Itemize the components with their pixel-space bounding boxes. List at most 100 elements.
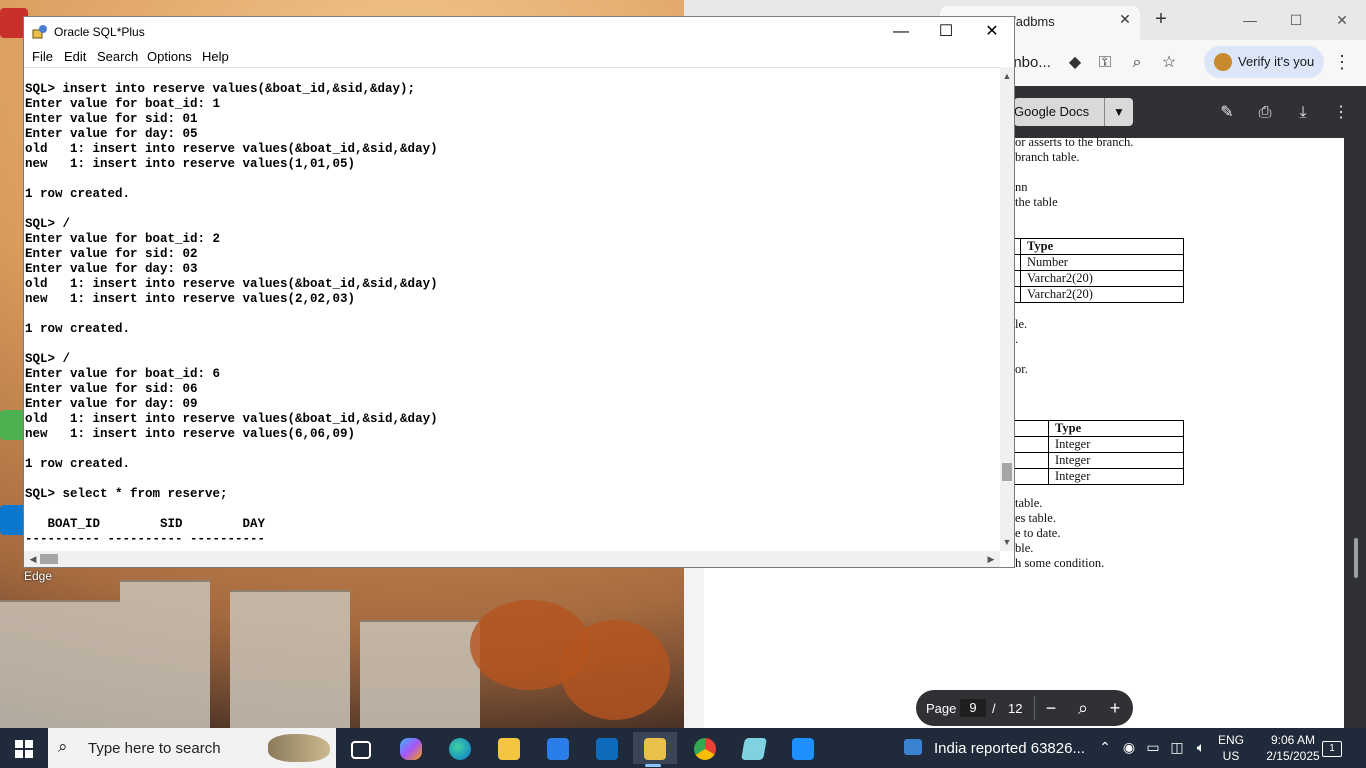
- pdf-table-1: Type Number Varchar2(20) Varchar2(20): [1006, 238, 1184, 303]
- address-bar-text[interactable]: inbo...: [1010, 54, 1051, 71]
- verify-label: Verify it's you: [1238, 54, 1315, 69]
- table-cell: Integer: [1048, 452, 1184, 469]
- pdf-text-line: ble.: [1015, 541, 1034, 555]
- new-tab-icon[interactable]: +: [1150, 8, 1172, 30]
- wallpaper-building: [360, 620, 480, 730]
- scroll-left-icon[interactable]: ◀: [26, 551, 40, 567]
- open-in-google-docs-button[interactable]: Google Docs: [1014, 98, 1104, 126]
- close-icon[interactable]: ✕: [969, 17, 1015, 47]
- taskbar-search[interactable]: ⌕ Type here to search: [48, 728, 336, 768]
- console-output: SQL> insert into reserve values(&boat_id…: [25, 82, 438, 546]
- pdf-text-line: es table.: [1015, 511, 1056, 525]
- menu-file[interactable]: File: [32, 49, 53, 64]
- search-icon: ⌕: [58, 737, 68, 756]
- region-code: US: [1222, 749, 1240, 763]
- copilot-button[interactable]: [390, 732, 430, 764]
- pdf-text-line: or asserts to the branch.: [1015, 135, 1134, 149]
- scroll-right-icon[interactable]: ▶: [984, 551, 998, 567]
- photos-button[interactable]: [782, 732, 822, 764]
- menu-options[interactable]: Options: [147, 49, 192, 64]
- news-headline: India reported 63826...: [934, 740, 1085, 757]
- pdf-text-line: .: [1015, 332, 1019, 346]
- notepad-icon: [741, 738, 767, 760]
- vertical-scroll-thumb[interactable]: [1002, 463, 1012, 481]
- pdf-more-icon[interactable]: ⋮: [1330, 102, 1352, 124]
- zoom-search-icon[interactable]: ⌕: [1126, 52, 1148, 74]
- wallpaper-tree: [560, 620, 670, 720]
- vertical-scrollbar[interactable]: ▲ ▼: [1000, 67, 1014, 551]
- chrome-button[interactable]: [684, 732, 724, 764]
- file-explorer-button[interactable]: [488, 732, 528, 764]
- table-header: Type: [1048, 420, 1184, 437]
- table-cell: Integer: [1048, 436, 1184, 453]
- scroll-down-icon[interactable]: ▼: [1000, 535, 1014, 549]
- photos-icon: [792, 738, 814, 760]
- menu-edit[interactable]: Edit: [64, 49, 86, 64]
- language-indicator[interactable]: ENG US: [1216, 732, 1246, 764]
- table-cell: Varchar2(20): [1020, 286, 1184, 303]
- menu-help[interactable]: Help: [202, 49, 229, 64]
- task-view-button[interactable]: [340, 732, 380, 764]
- chevron-down-icon[interactable]: ▼: [1104, 98, 1133, 126]
- table-header: Type: [1020, 238, 1184, 255]
- battery-icon[interactable]: ▭: [1144, 738, 1162, 756]
- extension-diamond-icon[interactable]: ◆: [1064, 52, 1086, 74]
- start-button[interactable]: [0, 728, 48, 768]
- meet-now-icon[interactable]: ◉: [1120, 738, 1138, 756]
- pdf-text-line: or.: [1015, 362, 1028, 376]
- page-number-input[interactable]: 9: [960, 699, 986, 717]
- language-code: ENG: [1217, 733, 1244, 747]
- verify-identity-button[interactable]: Verify it's you: [1204, 46, 1324, 78]
- folder-icon: [498, 738, 520, 760]
- edge-button[interactable]: [439, 732, 479, 764]
- password-key-icon[interactable]: ⚿: [1094, 52, 1116, 74]
- page-label: Page: [926, 701, 957, 716]
- more-menu-icon[interactable]: ⋮: [1332, 52, 1352, 72]
- news-widget[interactable]: India reported 63826...: [900, 728, 1090, 768]
- print-icon[interactable]: ⎙: [1254, 102, 1276, 124]
- scroll-up-icon[interactable]: ▲: [1000, 69, 1014, 83]
- menu-search[interactable]: Search: [97, 49, 138, 64]
- horizontal-scroll-thumb[interactable]: [40, 554, 58, 564]
- gdocs-label: Google Docs: [1014, 104, 1090, 119]
- divider: [1034, 696, 1035, 720]
- zoom-out-icon[interactable]: −: [1040, 697, 1062, 719]
- tab-close-icon[interactable]: ✕: [1116, 10, 1134, 28]
- chrome-icon: [694, 738, 716, 760]
- search-highlight-image: [268, 734, 330, 762]
- profile-avatar-icon: [1214, 53, 1232, 71]
- edge-icon: [449, 738, 471, 760]
- minimize-icon[interactable]: —: [878, 17, 924, 47]
- bookmark-star-icon[interactable]: ☆: [1158, 52, 1180, 74]
- sqlplus-icon: [644, 738, 666, 760]
- pdf-text-line: e to date.: [1015, 526, 1061, 540]
- minimize-icon[interactable]: —: [1234, 8, 1266, 32]
- notification-center-icon[interactable]: 1: [1320, 738, 1344, 758]
- zoom-fit-icon[interactable]: ⌕: [1072, 697, 1094, 719]
- copilot-icon: [400, 738, 422, 760]
- store-button[interactable]: [537, 732, 577, 764]
- network-icon[interactable]: ◫: [1168, 738, 1186, 756]
- sqlplus-taskbar-button[interactable]: [633, 732, 677, 767]
- pdf-scrollbar[interactable]: [1344, 138, 1366, 728]
- sqlplus-titlebar[interactable]: Oracle SQL*Plus — ☐ ✕: [24, 17, 1014, 47]
- zoom-in-icon[interactable]: +: [1104, 697, 1126, 719]
- news-icon: [904, 739, 922, 755]
- maximize-icon[interactable]: ☐: [923, 17, 969, 47]
- volume-icon[interactable]: 🔈︎: [1192, 738, 1210, 756]
- notepad-button[interactable]: [733, 732, 773, 764]
- close-icon[interactable]: ✕: [1326, 8, 1358, 32]
- show-hidden-icons-icon[interactable]: ⌃: [1096, 738, 1114, 756]
- pdf-table-2: Type Integer Integer Integer: [996, 420, 1184, 485]
- sql-console[interactable]: SQL> insert into reserve values(&boat_id…: [24, 67, 1000, 552]
- outlook-button[interactable]: [586, 732, 626, 764]
- pdf-scroll-thumb[interactable]: [1354, 538, 1358, 578]
- horizontal-scrollbar[interactable]: ◀ ▶: [24, 551, 1000, 567]
- windows-logo-icon: [25, 740, 33, 748]
- pdf-text-line: the table: [1015, 195, 1058, 209]
- menu-bar: File Edit Search Options Help: [24, 47, 1014, 67]
- download-icon[interactable]: ⤓: [1292, 102, 1314, 124]
- sqlplus-window: Oracle SQL*Plus — ☐ ✕ File Edit Search O…: [23, 16, 1015, 568]
- annotate-icon[interactable]: ✎: [1216, 102, 1238, 124]
- maximize-icon[interactable]: ☐: [1280, 8, 1312, 32]
